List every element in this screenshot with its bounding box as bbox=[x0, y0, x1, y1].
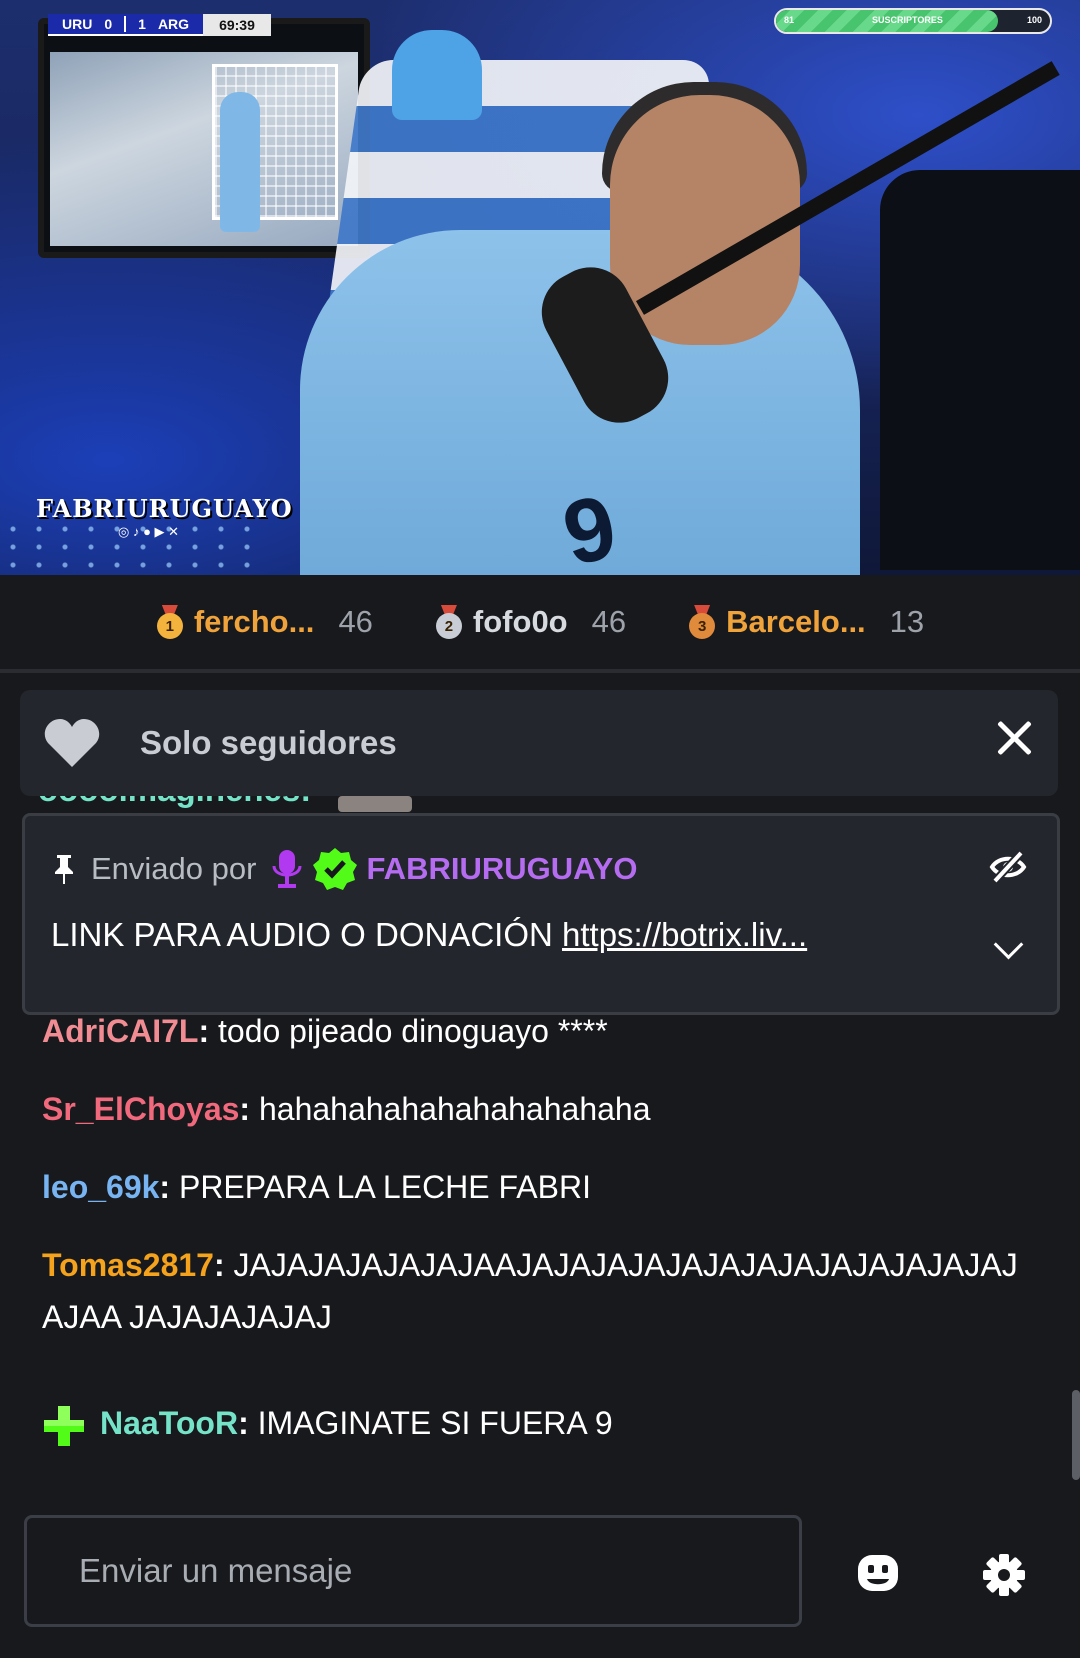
sent-by-label: Enviado por bbox=[91, 851, 257, 886]
tv-screen bbox=[38, 18, 370, 258]
leaderboard-score: 46 bbox=[338, 604, 373, 639]
chat-message: Sr_ElChoyas: hahahahahahahahahahaha bbox=[42, 1091, 651, 1127]
medal-icon: 3 bbox=[688, 605, 716, 639]
chat-text: IMAGINATE SI FUERA 9 bbox=[248, 1405, 613, 1441]
gear-icon[interactable] bbox=[982, 1553, 1026, 1597]
match-scoreboard: URU 0 1 ARG 69:39 bbox=[48, 14, 271, 36]
medal-icon: 1 bbox=[156, 605, 184, 639]
home-team: URU bbox=[62, 16, 93, 32]
hide-eye-icon[interactable] bbox=[989, 850, 1027, 884]
stream-video[interactable]: URU 0 1 ARG 69:39 9 81 SUSCRIPTORES 100 … bbox=[0, 0, 1080, 575]
microphone-badge-icon bbox=[272, 850, 302, 888]
chat-message: Tomas2817: JAJAJAJAJAJAJAAJAJAJAJAJAJAJA… bbox=[42, 1247, 1018, 1335]
pinned-text: LINK PARA AUDIO O DONACIÓN https://botri… bbox=[51, 916, 808, 953]
chat-text: PREPARA LA LECHE FABRI bbox=[170, 1169, 591, 1205]
leaderboard-name: Barcelo... bbox=[726, 604, 866, 639]
followers-only-banner: Solo seguidores bbox=[20, 690, 1058, 796]
leaderboard-name: fercho... bbox=[193, 604, 315, 639]
chat-message: AdriCAI7L: todo pijeado dinoguayo **** bbox=[42, 1013, 608, 1049]
leaderboard-entry[interactable]: 1 fercho... 46 bbox=[156, 604, 373, 640]
verified-icon bbox=[313, 848, 358, 890]
subscriber-target: 100 bbox=[1026, 15, 1042, 25]
chat-message: leo_69k: PREPARA LA LECHE FABRI bbox=[42, 1169, 591, 1205]
heart-icon bbox=[44, 719, 100, 767]
hat bbox=[392, 30, 482, 120]
chair bbox=[880, 170, 1080, 570]
tv-player bbox=[220, 92, 260, 232]
followers-only-label: Solo seguidores bbox=[140, 724, 397, 761]
close-icon[interactable] bbox=[994, 718, 1034, 758]
subscriber-current: 81 bbox=[784, 15, 795, 25]
gifter-leaderboard: 1 fercho... 46 2 fofo0o 46 3 Barcelo... 13 bbox=[0, 575, 1080, 673]
leaderboard-entry[interactable]: 3 Barcelo... 13 bbox=[688, 604, 924, 640]
chat-username[interactable]: NaaTooR bbox=[100, 1405, 238, 1441]
emoji-icon[interactable] bbox=[856, 1553, 900, 1593]
pinned-author[interactable]: FABRIURUGUAYO bbox=[366, 851, 637, 887]
message-input[interactable] bbox=[27, 1518, 799, 1624]
chat-text: todo pijeado dinoguayo **** bbox=[209, 1013, 608, 1049]
pin-icon bbox=[55, 855, 73, 884]
emote bbox=[338, 796, 412, 812]
home-score: 0 bbox=[104, 16, 113, 32]
message-input-box[interactable] bbox=[24, 1515, 802, 1627]
pinned-message[interactable]: Enviado por FABRIURUGUAYO LINK PARA AUDI… bbox=[22, 813, 1060, 1015]
leaderboard-entry[interactable]: 2 fofo0o 46 bbox=[435, 604, 626, 640]
donation-link[interactable]: https://botrix.liv... bbox=[562, 916, 807, 953]
chat-message: NaaTooR: IMAGINATE SI FUERA 9 bbox=[42, 1397, 1032, 1449]
leaderboard-score: 13 bbox=[889, 604, 925, 639]
chat-username[interactable]: AdriCAI7L bbox=[42, 1013, 198, 1049]
chat-scrollbar[interactable] bbox=[1072, 1390, 1080, 1480]
streamer-head bbox=[610, 95, 800, 345]
subscriber-badge-icon bbox=[44, 1405, 84, 1446]
social-icons: ◎ ♪ ● ▶ ✕ bbox=[118, 524, 180, 539]
away-team: ARG bbox=[157, 16, 190, 32]
chat-username[interactable]: Sr_ElChoyas bbox=[42, 1091, 239, 1127]
chevron-down-icon[interactable] bbox=[993, 929, 1024, 960]
leaderboard-score: 46 bbox=[591, 604, 627, 639]
away-score: 1 bbox=[138, 16, 146, 32]
chat-username[interactable]: Tomas2817 bbox=[42, 1247, 214, 1283]
subscriber-label: SUSCRIPTORES bbox=[872, 15, 943, 25]
brand-logo: FABRIURUGUAYO bbox=[36, 494, 293, 523]
leaderboard-name: fofo0o bbox=[472, 604, 568, 639]
subscriber-goal-bar: 81 SUSCRIPTORES 100 bbox=[774, 8, 1052, 34]
match-clock: 69:39 bbox=[203, 14, 271, 36]
medal-icon: 2 bbox=[435, 605, 463, 639]
chat-username[interactable]: leo_69k bbox=[42, 1169, 159, 1205]
chat-text: hahahahahahahahahahaha bbox=[250, 1091, 651, 1127]
